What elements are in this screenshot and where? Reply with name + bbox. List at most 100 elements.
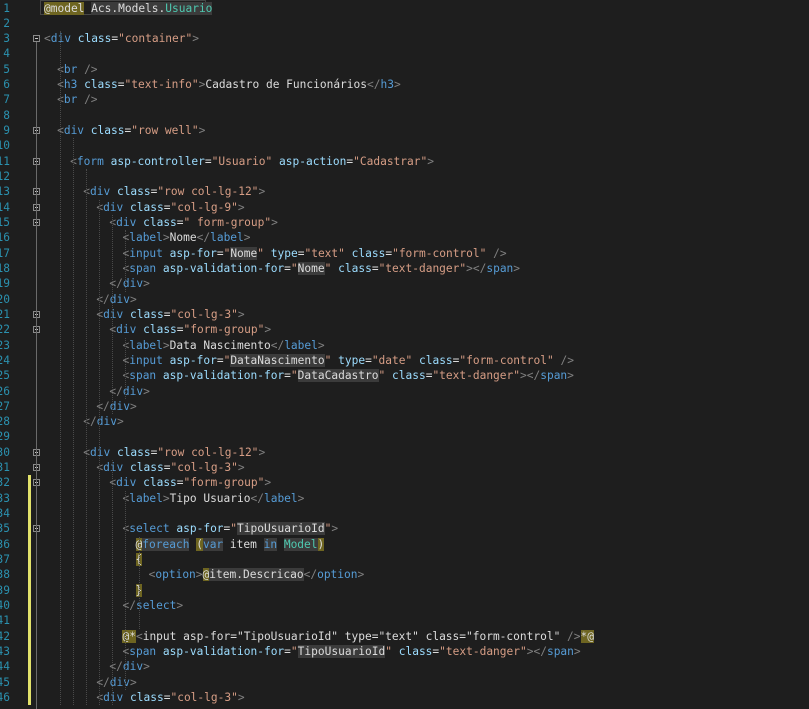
line-number: 5 (3, 62, 10, 76)
indent-guide (73, 138, 75, 706)
line-number: 19 (0, 277, 10, 291)
code-token: class (116, 445, 151, 459)
code-token: class (351, 246, 386, 260)
indent-guide (112, 214, 114, 415)
code-line[interactable]: <div class="row well"> (57, 123, 205, 138)
code-line[interactable]: <div class="col-lg-9"> (96, 200, 244, 215)
code-line[interactable]: </div> (96, 675, 136, 690)
code-token: > (393, 78, 401, 92)
code-token: </ (303, 568, 318, 582)
code-token: > (567, 369, 574, 383)
code-token: = (204, 154, 212, 168)
code-line[interactable]: @*<input asp-for="TipoUsuarioId" type="t… (122, 629, 595, 644)
code-line[interactable]: </div> (109, 384, 149, 399)
code-line[interactable]: @model Acs.Models.Usuario (44, 1, 213, 16)
code-token: span (129, 644, 157, 658)
code-token: "container" (118, 32, 193, 46)
code-token: " (385, 644, 392, 658)
code-line[interactable]: </div> (96, 399, 136, 414)
code-line[interactable]: </div> (83, 414, 123, 429)
code-token: > (116, 415, 124, 429)
code-line[interactable]: <div class=" form-group"> (109, 215, 277, 230)
code-line[interactable]: </div> (96, 292, 136, 307)
line-number: 34 (0, 507, 10, 521)
code-token: "text" (304, 246, 345, 260)
code-token: Tipo Usuario (169, 491, 251, 505)
code-line[interactable]: <div class="col-lg-3"> (96, 307, 244, 322)
line-number: 28 (0, 415, 10, 429)
code-line[interactable]: <input asp-for="Nome" type="text" class=… (122, 246, 507, 261)
code-line[interactable]: <span asp-validation-for="Nome" class="t… (122, 261, 520, 276)
code-token: > (573, 644, 581, 658)
code-line[interactable]: <label>Data Nascimento</label> (122, 338, 324, 353)
code-token: Acs.Models. (91, 1, 166, 15)
code-line[interactable]: <input asp-for="DataNascimento" type="da… (122, 353, 574, 368)
code-token: " (290, 644, 298, 658)
code-line[interactable]: <div class="form-group"> (109, 322, 271, 337)
code-line[interactable]: <h3 class="text-info">Cadastro de Funcio… (57, 77, 401, 92)
code-token: asp-action (279, 154, 347, 168)
code-line[interactable]: <div class="col-lg-3"> (96, 690, 244, 705)
code-token: > (237, 307, 245, 321)
line-number: 43 (0, 644, 10, 658)
code-token: class (143, 323, 177, 337)
code-token: > (143, 660, 150, 674)
code-editor[interactable]: 1234567891011121314151617181920212223242… (0, 0, 809, 709)
code-token: Nome (230, 246, 258, 260)
code-line[interactable]: <label>Tipo Usuario</label> (122, 491, 304, 506)
code-line[interactable]: @foreach (var item in Model) (135, 537, 325, 552)
code-token: "date" (371, 353, 413, 367)
code-token: asp-for (176, 522, 224, 536)
code-line[interactable]: <div class="col-lg-3"> (96, 460, 244, 475)
code-token: input (129, 246, 163, 260)
code-token: = (176, 323, 184, 337)
code-line[interactable]: <div class="form-group"> (109, 475, 271, 490)
code-token: /> (493, 246, 507, 260)
code-line[interactable]: </div> (109, 659, 149, 674)
code-token: *@ (580, 629, 595, 643)
collapse-region-icon[interactable] (33, 35, 40, 43)
code-token: label (210, 231, 244, 245)
code-token: </ (250, 491, 264, 505)
code-line[interactable]: <span asp-validation-for="DataCadastro" … (122, 368, 574, 383)
code-line[interactable]: <div class="row col-lg-12"> (83, 445, 265, 460)
code-token: ( (196, 537, 203, 551)
code-line[interactable]: <span asp-validation-for="TipoUsuarioId"… (122, 644, 581, 659)
code-token: ></ (466, 261, 487, 275)
code-token: > (162, 231, 170, 245)
code-line[interactable]: <label>Nome</label> (122, 230, 250, 245)
code-token: asp-for (169, 246, 217, 260)
line-number: 39 (0, 583, 10, 597)
line-number: 23 (0, 338, 10, 352)
code-line[interactable]: </div> (109, 276, 149, 291)
code-token: "row col-lg-12" (157, 445, 259, 459)
code-token: div (89, 185, 111, 199)
code-token: = (371, 261, 379, 275)
code-token: > (176, 598, 184, 612)
code-line[interactable]: <div class="container"> (44, 31, 199, 46)
code-line[interactable]: <form asp-controller="Usuario" asp-actio… (70, 154, 434, 169)
code-token: > (198, 124, 206, 138)
code-token: "text-danger" (378, 261, 467, 275)
code-line[interactable]: <select asp-for="TipoUsuarioId"> (122, 521, 338, 536)
indent-guide (125, 337, 127, 399)
code-token: "form-control" (392, 246, 487, 260)
code-token: < (135, 629, 143, 643)
code-token: class (116, 185, 151, 199)
code-line[interactable]: </select> (122, 598, 183, 613)
code-line[interactable]: <div class="row col-lg-12"> (83, 184, 265, 199)
code-line[interactable]: <br /> (57, 92, 97, 107)
code-token: = (216, 353, 224, 367)
code-token: > (143, 384, 150, 398)
code-line[interactable]: <br /> (57, 62, 97, 77)
code-token: > (297, 491, 305, 505)
code-line[interactable]: <option>@item.Descricao</option> (149, 567, 364, 582)
line-number: 27 (0, 399, 10, 413)
line-number: 8 (3, 108, 10, 122)
line-number: 20 (0, 292, 10, 306)
indent-guide (112, 460, 114, 706)
code-token: input (129, 353, 163, 367)
line-number: 7 (3, 93, 10, 107)
